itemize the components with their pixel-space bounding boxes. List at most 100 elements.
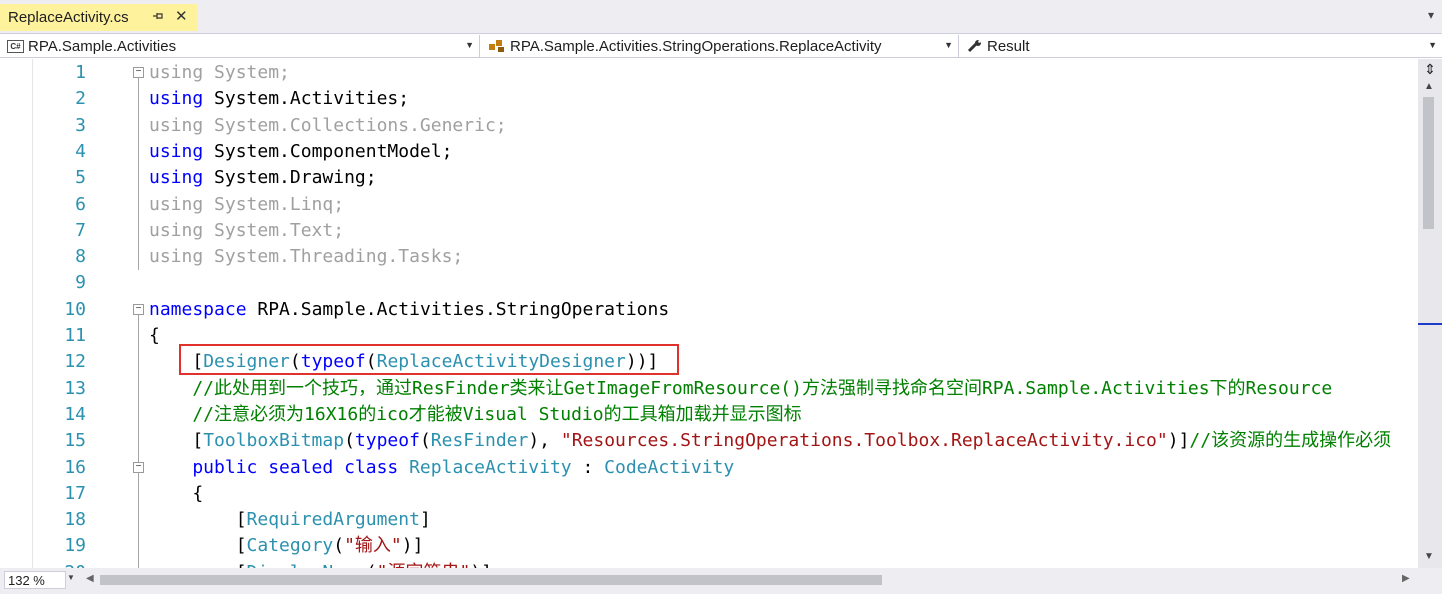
scroll-right-icon[interactable]: ▶ (1402, 573, 1410, 584)
code-line[interactable]: 8 using System.Threading.Tasks; (0, 244, 1418, 270)
line-number: 13 (64, 377, 86, 399)
code-token: ( (344, 430, 355, 452)
collapse-icon[interactable]: − (133, 67, 144, 78)
wrench-icon (967, 39, 983, 53)
code-text: [ToolboxBitmap(typeof(ResFinder), "Resou… (149, 428, 1391, 454)
caret-position-marker (1418, 323, 1442, 325)
code-text: //注意必须为16X16的ico才能被Visual Studio的工具箱加载并显… (149, 402, 801, 428)
code-line[interactable]: 7 using System.Text; (0, 218, 1418, 244)
code-token: : (571, 456, 605, 478)
chevron-down-icon[interactable]: ▾ (1428, 8, 1434, 22)
pin-icon[interactable] (152, 10, 164, 25)
split-window-icon[interactable]: ⇕ (1421, 61, 1439, 77)
code-text: //此处用到一个技巧，通过ResFinder类来让GetImageFromRes… (149, 376, 1332, 402)
code-line[interactable]: 1 using System; (0, 60, 1418, 86)
code-token: [ (149, 430, 204, 452)
dropdown-arrow-icon[interactable]: ▼ (944, 40, 953, 50)
code-token: namespace (149, 298, 247, 320)
outline-line (138, 473, 139, 568)
code-text: using System.Linq; (149, 192, 344, 218)
scroll-down-icon[interactable]: ▼ (1424, 551, 1434, 562)
code-line[interactable]: 20 [DisplayName("源字符串")] (0, 560, 1418, 568)
code-text: using System.Drawing; (149, 165, 377, 191)
dropdown-arrow-icon[interactable]: ▼ (465, 40, 474, 50)
line-number: 9 (75, 272, 86, 294)
code-text: using System; (149, 60, 290, 86)
zoom-dropdown-arrow-icon[interactable]: ▼ (67, 573, 75, 582)
line-number: 20 (0, 560, 86, 568)
scroll-left-icon[interactable]: ◀ (86, 573, 94, 584)
vertical-scroll-thumb[interactable] (1423, 97, 1434, 229)
dropdown-arrow-icon[interactable]: ▼ (1428, 40, 1437, 50)
close-icon[interactable]: ✕ (175, 7, 188, 25)
line-number: 5 (75, 167, 86, 189)
code-token: "Resources.StringOperations.Toolbox.Repl… (560, 430, 1168, 452)
zoom-level-dropdown[interactable]: 132 % (4, 571, 66, 589)
code-line[interactable]: 6 using System.Linq; (0, 192, 1418, 218)
code-text: namespace RPA.Sample.Activities.StringOp… (149, 297, 669, 323)
code-token: //此处用到一个技巧，通过ResFinder类来让GetImageFromRes… (149, 377, 1333, 399)
code-token: ToolboxBitmap (203, 430, 345, 452)
code-token: System.ComponentModel; (214, 140, 453, 162)
code-text: { (149, 323, 160, 349)
type-dropdown-label: RPA.Sample.Activities.StringOperations.R… (510, 37, 882, 55)
code-line[interactable]: 19 [Category("输入")] (0, 533, 1418, 559)
line-number: 4 (75, 140, 86, 162)
code-line[interactable]: 5 using System.Drawing; (0, 165, 1418, 191)
class-icon (488, 39, 506, 53)
code-text: using System.Activities; (149, 86, 409, 112)
collapse-icon[interactable]: − (133, 304, 144, 315)
code-line[interactable]: 13 //此处用到一个技巧，通过ResFinder类来让GetImageFrom… (0, 376, 1418, 402)
code-line[interactable]: 3 using System.Collections.Generic; (0, 113, 1418, 139)
code-line[interactable]: 15 [ToolboxBitmap(typeof(ResFinder), "Re… (0, 428, 1418, 454)
code-line[interactable]: 2 using System.Activities; (0, 86, 1418, 112)
code-token: ( (333, 535, 345, 557)
document-tab[interactable]: ReplaceActivity.cs ✕ (0, 4, 197, 31)
code-token: using System.Text; (149, 219, 345, 241)
code-line[interactable]: 9 (0, 270, 1418, 296)
line-number: 2 (75, 88, 86, 110)
code-line[interactable]: 18 [RequiredArgument] (0, 507, 1418, 533)
code-token: { (149, 482, 204, 504)
code-line[interactable]: 10 namespace RPA.Sample.Activities.String… (0, 297, 1418, 323)
vertical-scrollbar[interactable]: ⇕ ▲ ▼ (1418, 59, 1442, 568)
code-token: )] (401, 535, 424, 557)
code-editor[interactable]: 1 using System; 2 using System.Activities; 3… (0, 59, 1418, 568)
horizontal-scroll-thumb[interactable] (100, 575, 882, 585)
code-line[interactable]: 17 { (0, 481, 1418, 507)
collapse-icon[interactable]: − (133, 462, 144, 473)
code-token: using (149, 167, 215, 189)
line-number: 11 (64, 325, 86, 346)
line-number: 3 (75, 114, 86, 136)
code-text: [Category("输入")] (149, 533, 424, 559)
code-text: using System.Threading.Tasks; (149, 244, 463, 270)
code-token: using System.Collections.Generic; (149, 114, 507, 136)
code-line[interactable]: 14 //注意必须为16X16的ico才能被Visual Studio的工具箱加… (0, 402, 1418, 428)
line-number: 14 (64, 403, 86, 425)
code-token: //该资源的生成操作必须 (1189, 430, 1392, 452)
line-number: 12 (64, 351, 86, 373)
code-line[interactable]: 4 using System.ComponentModel; (0, 139, 1418, 165)
document-tab-title[interactable]: ReplaceActivity.cs (8, 9, 129, 26)
code-token: ] (419, 509, 431, 531)
code-line[interactable]: 16 public sealed class ReplaceActivity :… (0, 455, 1418, 481)
csharp-project-icon: C# (7, 39, 24, 53)
code-token: typeof (354, 430, 420, 452)
line-number: 16 (64, 456, 86, 478)
line-number: 7 (75, 219, 86, 241)
code-token: ( (419, 430, 431, 452)
project-dropdown[interactable]: C# RPA.Sample.Activities ▼ (0, 35, 480, 57)
code-token: System.Activities; (214, 88, 410, 110)
code-token: RequiredArgument (246, 509, 420, 531)
scroll-up-icon[interactable]: ▲ (1424, 81, 1434, 92)
code-token: [ (149, 509, 247, 531)
line-number: 10 (64, 298, 86, 320)
code-token: "输入" (344, 535, 402, 557)
code-text: using System.Text; (149, 218, 344, 244)
line-number: 1 (75, 62, 86, 83)
member-dropdown[interactable]: Result ▼ (961, 35, 1442, 57)
type-dropdown[interactable]: RPA.Sample.Activities.StringOperations.R… (482, 35, 959, 57)
line-number: 19 (64, 535, 86, 557)
code-token: ResFinder (430, 430, 529, 452)
